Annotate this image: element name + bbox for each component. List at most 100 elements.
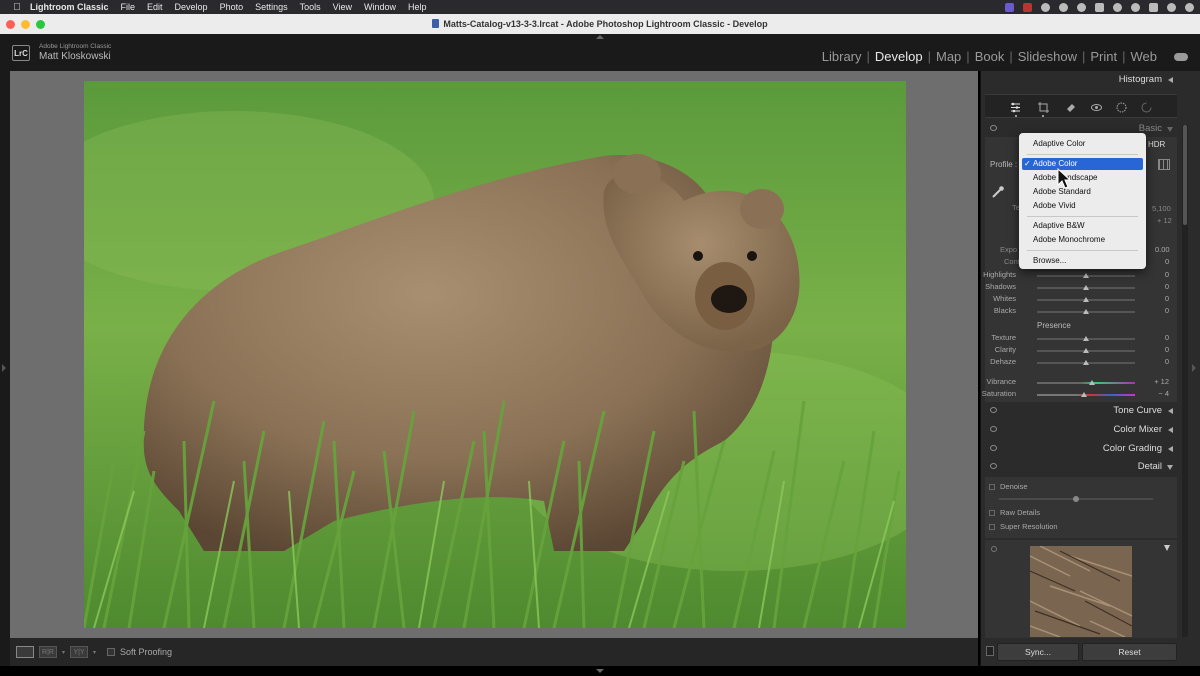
module-slideshow[interactable]: Slideshow: [1013, 49, 1082, 64]
profile-adaptive-bw[interactable]: Adaptive B&W: [1022, 220, 1143, 232]
slider-blacks[interactable]: Blacks 0: [985, 306, 1177, 318]
right-panel-toggle-icon[interactable]: [1192, 364, 1196, 372]
white-balance-eyedropper-icon[interactable]: [991, 185, 1005, 199]
minimize-window-button[interactable]: [21, 19, 30, 29]
top-panel-toggle-icon[interactable]: [596, 35, 604, 39]
profile-adobe-color[interactable]: ✓ Adobe Color: [1022, 158, 1143, 170]
eye-icon[interactable]: [990, 125, 997, 131]
slider-clarity[interactable]: Clarity 0: [985, 345, 1177, 357]
denoise-row[interactable]: Denoise: [989, 482, 1028, 491]
profile-browse[interactable]: Browse...: [1022, 255, 1143, 267]
bear-photo[interactable]: [84, 81, 906, 628]
super-resolution-checkbox[interactable]: [989, 524, 995, 530]
slider-knob[interactable]: [1083, 360, 1089, 365]
profile-adaptive-color[interactable]: Adaptive Color: [1022, 138, 1143, 150]
slider-knob[interactable]: [1083, 309, 1089, 314]
eye-icon[interactable]: [990, 445, 997, 451]
slider-texture[interactable]: Texture 0: [985, 333, 1177, 345]
crop-icon[interactable]: [1038, 100, 1049, 113]
denoise-knob[interactable]: [1073, 496, 1079, 502]
close-window-button[interactable]: [6, 19, 15, 29]
eye-icon[interactable]: [990, 426, 997, 432]
slider-highlights[interactable]: Highlights 0: [983, 270, 1177, 282]
hdr-button[interactable]: HDR: [1148, 140, 1165, 149]
left-panel-toggle-icon[interactable]: [2, 364, 6, 372]
soft-proofing-checkbox[interactable]: [107, 648, 116, 656]
search-icon[interactable]: [1131, 2, 1140, 12]
presets-icon[interactable]: [1141, 100, 1152, 113]
sync-button[interactable]: Sync...: [997, 643, 1079, 661]
control-center-icon[interactable]: [1149, 2, 1158, 12]
module-develop[interactable]: Develop: [870, 49, 928, 64]
slider-knob[interactable]: [1083, 348, 1089, 353]
menu-file[interactable]: File: [115, 0, 142, 14]
slider-saturation[interactable]: Saturation − 4: [982, 389, 1177, 401]
raw-details-checkbox[interactable]: [989, 510, 995, 516]
menu-help[interactable]: Help: [402, 0, 433, 14]
slider-track[interactable]: [1037, 382, 1135, 384]
detail-header[interactable]: Detail: [985, 458, 1178, 476]
histogram-header[interactable]: Histogram: [985, 71, 1178, 89]
reset-button[interactable]: Reset: [1082, 643, 1177, 661]
profile-browser-icon[interactable]: [1158, 159, 1170, 170]
menu-edit[interactable]: Edit: [141, 0, 169, 14]
loupe-view-button[interactable]: [16, 646, 34, 658]
slider-shadows[interactable]: Shadows 0: [985, 282, 1177, 294]
menu-tools[interactable]: Tools: [294, 0, 327, 14]
detail-preview-image[interactable]: [1030, 546, 1132, 637]
module-map[interactable]: Map: [931, 49, 966, 64]
profile-adobe-standard[interactable]: Adobe Standard: [1022, 186, 1143, 198]
compare-view-button[interactable]: R|R: [39, 646, 57, 658]
wifi-icon[interactable]: [1113, 2, 1122, 12]
menu-develop[interactable]: Develop: [169, 0, 214, 14]
screen-recorder-icon[interactable]: [1005, 2, 1014, 12]
eye-icon[interactable]: [990, 463, 997, 469]
slider-knob[interactable]: [1081, 392, 1088, 397]
raw-details-row[interactable]: Raw Details: [989, 508, 1040, 517]
tone-curve-header[interactable]: Tone Curve: [985, 402, 1178, 420]
preview-toggle-icon[interactable]: [1164, 545, 1170, 551]
menu-photo[interactable]: Photo: [214, 0, 250, 14]
module-library[interactable]: Library: [817, 49, 867, 64]
sync-switch[interactable]: [986, 646, 994, 656]
denoise-slider[interactable]: [985, 493, 1177, 505]
filmstrip-toggle-icon[interactable]: [596, 669, 604, 673]
menu-window[interactable]: Window: [358, 0, 402, 14]
menu-view[interactable]: View: [327, 0, 358, 14]
before-after-button[interactable]: Y|Y: [70, 646, 89, 658]
preview-target-icon[interactable]: [991, 546, 997, 552]
profile-adobe-landscape[interactable]: Adobe Landscape: [1022, 172, 1143, 184]
menu-settings[interactable]: Settings: [249, 0, 294, 14]
profile-adobe-vivid[interactable]: Adobe Vivid: [1022, 200, 1143, 212]
battery-icon[interactable]: [1095, 2, 1104, 12]
edit-sliders-icon[interactable]: [1010, 100, 1021, 113]
slider-knob[interactable]: [1083, 273, 1089, 278]
module-print[interactable]: Print: [1085, 49, 1122, 64]
slider-dehaze[interactable]: Dehaze 0: [985, 357, 1177, 369]
profile-adobe-monochrome[interactable]: Adobe Monochrome: [1022, 234, 1143, 246]
sync-status-icon[interactable]: [1041, 2, 1050, 12]
app-status-icon[interactable]: [1023, 2, 1032, 12]
masking-icon[interactable]: [1116, 100, 1127, 113]
slider-vibrance[interactable]: Vibrance + 12: [985, 377, 1177, 389]
apple-menu-icon[interactable]: : [10, 0, 24, 14]
creative-cloud-icon[interactable]: [1059, 2, 1068, 12]
color-grading-header[interactable]: Color Grading: [985, 440, 1178, 458]
zoom-window-button[interactable]: [36, 19, 45, 29]
slider-whites[interactable]: Whites 0: [985, 294, 1177, 306]
eye-icon[interactable]: [990, 407, 997, 413]
compare-dropdown-icon[interactable]: ▾: [62, 649, 65, 656]
cloud-sync-icon[interactable]: [1174, 53, 1188, 61]
super-resolution-row[interactable]: Super Resolution: [989, 522, 1058, 531]
denoise-checkbox[interactable]: [989, 484, 995, 490]
info-icon[interactable]: [1185, 2, 1194, 12]
slider-knob[interactable]: [1083, 297, 1089, 302]
module-book[interactable]: Book: [970, 49, 1010, 64]
slider-knob[interactable]: [1088, 380, 1095, 385]
scrollbar-thumb[interactable]: [1183, 125, 1187, 225]
menu-app[interactable]: Lightroom Classic: [24, 0, 115, 14]
red-eye-icon[interactable]: [1091, 100, 1102, 111]
slider-knob[interactable]: [1083, 336, 1089, 341]
healing-eraser-icon[interactable]: [1065, 100, 1076, 112]
color-mixer-header[interactable]: Color Mixer: [985, 421, 1178, 439]
